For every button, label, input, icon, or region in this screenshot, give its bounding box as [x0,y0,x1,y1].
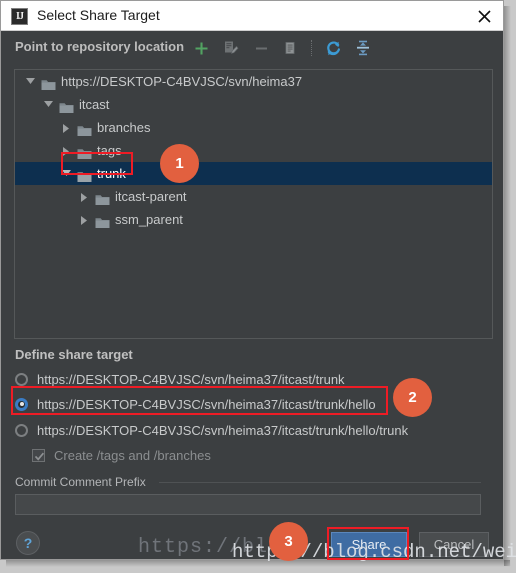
tree-row-label: ssm_parent [115,212,183,227]
toolbar-separator [311,40,313,56]
checkbox-label: Create /tags and /branches [54,447,211,463]
expanded-arrow-icon[interactable] [41,93,55,116]
repository-tree[interactable]: https://DESKTOP-C4BVJSC/svn/heima37 itca… [14,69,493,339]
repository-header: Point to repository location [1,32,503,64]
radio-icon[interactable] [15,423,28,437]
checkbox-checked-icon[interactable] [32,448,45,462]
screenshot-root: IJ Select Share Target Point to reposito… [0,0,516,573]
collapsed-arrow-icon[interactable] [77,185,91,208]
annotation-badge-1: 1 [160,144,199,183]
tree-row-label: https://DESKTOP-C4BVJSC/svn/heima37 [61,74,303,89]
tree-row-label: itcast [79,97,110,112]
share-target-option-label: https://DESKTOP-C4BVJSC/svn/heima37/itca… [37,371,345,387]
collapsed-arrow-icon[interactable] [59,116,73,139]
tree-row[interactable]: https://DESKTOP-C4BVJSC/svn/heima37 [15,70,492,93]
commit-comment-prefix-input[interactable] [15,494,481,515]
folder-icon [77,121,92,136]
annotation-box-trunk [61,152,133,175]
tree-row[interactable]: ssm_parent [15,208,492,231]
help-icon[interactable]: ? [16,531,40,555]
annotation-badge-2: 2 [393,378,432,417]
edit-icon[interactable] [219,36,243,60]
folder-icon [59,98,74,113]
dialog-title: Select Share Target [37,7,160,23]
repository-toolbar [189,35,375,61]
commit-comment-prefix-separator: Commit Comment Prefix [15,475,481,489]
intellij-logo-icon: IJ [11,8,28,25]
radio-icon[interactable] [15,372,28,386]
annotation-badge-3: 3 [269,522,308,561]
commit-comment-prefix-label: Commit Comment Prefix [15,475,153,489]
help-icon-glyph: ? [23,535,33,551]
intellij-logo-text: IJ [16,11,24,22]
create-tags-branches-checkbox[interactable]: Create /tags and /branches [32,445,211,465]
tree-row[interactable]: branches [15,116,492,139]
close-icon[interactable] [473,6,495,26]
collapse-all-icon[interactable] [351,36,375,60]
tree-row-label: branches [97,120,151,135]
remove-icon[interactable] [249,36,273,60]
folder-icon [95,190,110,205]
window-shadow-right [504,6,511,566]
share-target-option-3[interactable]: https://DESKTOP-C4BVJSC/svn/heima37/itca… [15,419,408,441]
define-share-target-title: Define share target [15,347,133,362]
annotation-box-share [327,527,409,560]
share-target-option-label: https://DESKTOP-C4BVJSC/svn/heima37/itca… [37,422,409,438]
tree-row-label: itcast-parent [115,189,187,204]
collapsed-arrow-icon[interactable] [77,208,91,231]
repository-header-label: Point to repository location [15,39,185,54]
annotation-box-radio2 [11,386,388,415]
add-icon[interactable] [189,36,213,60]
dialog-titlebar: IJ Select Share Target [1,1,503,31]
copy-icon[interactable] [279,36,303,60]
tree-row[interactable]: itcast [15,93,492,116]
select-share-target-dialog: IJ Select Share Target Point to reposito… [0,0,504,560]
separator-line [159,482,481,483]
tree-row[interactable]: itcast-parent [15,185,492,208]
expanded-arrow-icon[interactable] [23,70,37,93]
refresh-icon[interactable] [321,36,345,60]
folder-icon [95,213,110,228]
folder-icon [41,75,56,90]
